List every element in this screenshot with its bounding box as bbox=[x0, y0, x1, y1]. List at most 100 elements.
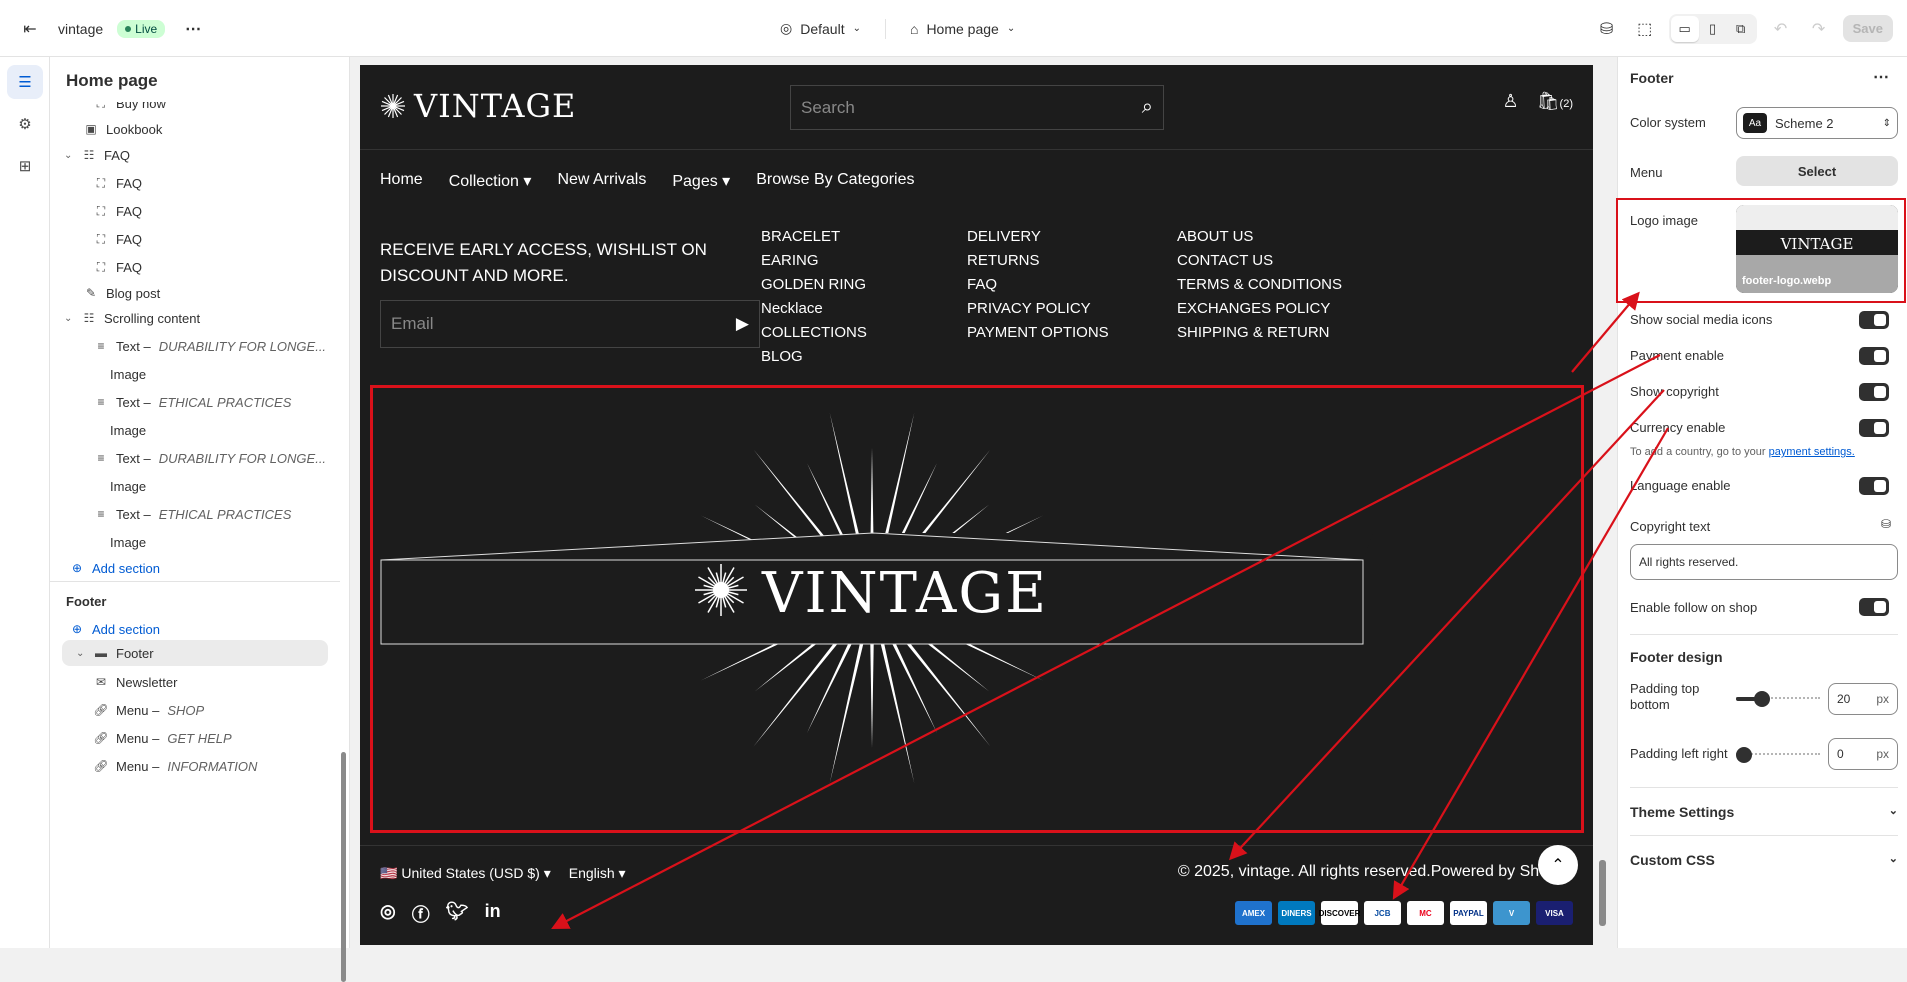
tree-item[interactable]: ⛶ FAQ bbox=[50, 254, 328, 280]
nav-link[interactable]: Home bbox=[380, 171, 423, 191]
theme-picker[interactable]: ◎ Default ⌄ bbox=[780, 20, 861, 37]
follow-on-shop-toggle[interactable] bbox=[1859, 598, 1889, 616]
footer-menu-link[interactable]: TERMS & CONDITIONS bbox=[1177, 273, 1342, 297]
padding-tb-input[interactable]: 20 px bbox=[1828, 683, 1898, 715]
fullscreen-icon[interactable]: ⧉ bbox=[1727, 16, 1755, 42]
footer-menu-link[interactable]: ABOUT US bbox=[1177, 225, 1342, 249]
tree-item[interactable]: Image bbox=[50, 529, 328, 555]
chevron-down-icon: ⌄ bbox=[852, 23, 861, 34]
caret-right-icon[interactable]: ▶ bbox=[736, 314, 749, 334]
footer-menu-link[interactable]: RETURNS bbox=[967, 249, 1109, 273]
tree-item[interactable]: ▣ Lookbook bbox=[50, 116, 328, 142]
add-section-button[interactable]: ⊕ Add section bbox=[50, 555, 160, 581]
footer-menu-link[interactable]: COLLECTIONS bbox=[761, 321, 867, 345]
cart-icon[interactable]: 🛍︎(2) bbox=[1537, 91, 1573, 112]
linkedin-icon[interactable]: in bbox=[485, 901, 501, 927]
padding-lr-input[interactable]: 0 px bbox=[1828, 738, 1898, 770]
apps-icon[interactable]: ⊞ bbox=[7, 149, 43, 183]
save-button[interactable]: Save bbox=[1842, 15, 1893, 42]
copyright-text-input[interactable]: All rights reserved. bbox=[1630, 544, 1898, 580]
tree-item[interactable]: Image bbox=[50, 473, 328, 499]
footer-menu-link[interactable]: EXCHANGES POLICY bbox=[1177, 297, 1342, 321]
logo-ray bbox=[870, 637, 874, 748]
desktop-icon[interactable]: ▭ bbox=[1670, 15, 1699, 42]
sections-icon[interactable]: ☰ bbox=[7, 65, 43, 99]
footer-menu-link[interactable]: FAQ bbox=[967, 273, 1109, 297]
newsletter-email-input[interactable]: Email ▶ bbox=[380, 300, 760, 348]
currency-enable-toggle[interactable] bbox=[1859, 419, 1889, 437]
redo-icon[interactable]: ↷ bbox=[1805, 15, 1833, 43]
facebook-icon[interactable]: ⓕ bbox=[412, 901, 430, 927]
tree-item[interactable]: ≡ Text – ETHICAL PRACTICES bbox=[50, 501, 328, 527]
tree-item[interactable]: ⌄ ☷ Scrolling content bbox=[50, 305, 328, 331]
nav-link[interactable]: Browse By Categories bbox=[756, 171, 914, 191]
currency-selector[interactable]: 🇺🇸 United States (USD $) ▾ bbox=[380, 865, 551, 882]
payment-settings-link[interactable]: payment settings. bbox=[1769, 446, 1855, 458]
preview-scrollbar[interactable] bbox=[1599, 860, 1606, 926]
tree-item[interactable]: Image bbox=[50, 361, 328, 387]
language-selector[interactable]: English ▾ bbox=[569, 865, 626, 882]
tree-item-label: Menu – bbox=[116, 702, 160, 718]
database-icon[interactable]: ⛁ bbox=[1593, 15, 1621, 43]
show-social-toggle[interactable] bbox=[1859, 311, 1889, 329]
tree-item[interactable]: ✎ Blog post bbox=[50, 280, 328, 306]
footer-menu-link[interactable]: PRIVACY POLICY bbox=[967, 297, 1109, 321]
tree-item[interactable]: ⛶ FAQ bbox=[50, 198, 328, 224]
exit-icon[interactable]: ⇤ bbox=[16, 15, 44, 43]
language-enable-toggle[interactable] bbox=[1859, 477, 1889, 495]
tree-item[interactable]: ⛶ Buy now bbox=[50, 102, 328, 116]
chevron-down-icon[interactable]: ⌄ bbox=[64, 313, 74, 324]
tree-item[interactable]: ≡ Text – ETHICAL PRACTICES bbox=[50, 389, 328, 415]
tree-item[interactable]: 🔗︎ Menu – SHOP bbox=[50, 697, 328, 723]
footer-menu-link[interactable]: SHIPPING & RETURN bbox=[1177, 321, 1342, 345]
undo-icon[interactable]: ↶ bbox=[1767, 15, 1795, 43]
more-options-icon[interactable]: ⋯ bbox=[179, 15, 207, 43]
nav-link[interactable]: Collection ▾ bbox=[449, 171, 532, 191]
nav-link[interactable]: New Arrivals bbox=[557, 171, 646, 191]
tree-item[interactable]: ⌄ ▬ Footer bbox=[62, 640, 328, 666]
store-logo[interactable]: VINTAGE bbox=[380, 87, 576, 125]
padding-tb-knob[interactable] bbox=[1754, 691, 1770, 707]
color-system-select[interactable]: Aa Scheme 2 ⇕ bbox=[1736, 107, 1898, 139]
chevron-down-icon[interactable]: ⌄ bbox=[76, 648, 86, 659]
logo-image-picker[interactable]: VINTAGE footer-logo.webp bbox=[1736, 205, 1898, 293]
tree-item[interactable]: 🔗︎ Menu – INFORMATION bbox=[50, 753, 328, 779]
tree-item[interactable]: ≡ Text – DURABILITY FOR LONGE... bbox=[50, 445, 328, 471]
footer-menu-link[interactable]: CONTACT US bbox=[1177, 249, 1342, 273]
instagram-icon[interactable]: ◎ bbox=[380, 901, 396, 927]
footer-menu-link[interactable]: BRACELET bbox=[761, 225, 867, 249]
account-icon[interactable]: ♙ bbox=[1503, 91, 1519, 112]
more-options-icon[interactable]: ⋯ bbox=[1873, 67, 1889, 87]
tree-item[interactable]: ≡ Text – DURABILITY FOR LONGE... bbox=[50, 333, 328, 359]
footer-menu-link[interactable]: DELIVERY bbox=[967, 225, 1109, 249]
nav-link[interactable]: Pages ▾ bbox=[672, 171, 730, 191]
payment-enable-toggle[interactable] bbox=[1859, 347, 1889, 365]
mobile-icon[interactable]: ▯ bbox=[1699, 16, 1727, 42]
footer-add-section-button[interactable]: ⊕ Add section bbox=[50, 616, 160, 642]
footer-menu-link[interactable]: GOLDEN RING bbox=[761, 273, 867, 297]
tree-item[interactable]: ⛶ FAQ bbox=[50, 170, 328, 196]
inspect-cursor-icon[interactable]: ⬚ bbox=[1631, 15, 1659, 43]
theme-settings-accordion[interactable]: Theme Settings ⌄ bbox=[1630, 804, 1898, 820]
chevron-down-icon[interactable]: ⌄ bbox=[64, 150, 74, 161]
twitter-icon[interactable]: 🐦︎ bbox=[446, 901, 469, 927]
custom-css-accordion[interactable]: Custom CSS ⌄ bbox=[1630, 852, 1898, 868]
footer-menu-link[interactable]: Necklace bbox=[761, 297, 867, 321]
menu-select-button[interactable]: Select bbox=[1736, 156, 1898, 186]
tree-item[interactable]: 🔗︎ Menu – GET HELP bbox=[50, 725, 328, 751]
tree-item[interactable]: ⌄ ☷ FAQ bbox=[50, 142, 328, 168]
template-picker[interactable]: ⌂ Home page ⌄ bbox=[910, 21, 1015, 37]
sun-burst-icon bbox=[381, 94, 405, 118]
footer-menu-link[interactable]: PAYMENT OPTIONS bbox=[967, 321, 1109, 345]
settings-gear-icon[interactable]: ⚙ bbox=[7, 107, 43, 141]
scroll-to-top-button[interactable]: ⌃ bbox=[1538, 845, 1578, 885]
footer-menu-link[interactable]: EARING bbox=[761, 249, 867, 273]
padding-lr-knob[interactable] bbox=[1736, 747, 1752, 763]
tree-item[interactable]: Image bbox=[50, 417, 328, 443]
store-search-input[interactable]: Search ⌕ bbox=[790, 85, 1164, 130]
tree-item[interactable]: ⛶ FAQ bbox=[50, 226, 328, 252]
tree-item[interactable]: ✉ Newsletter bbox=[50, 669, 328, 695]
show-copyright-toggle[interactable] bbox=[1859, 383, 1889, 401]
footer-menu-link[interactable]: BLOG bbox=[761, 345, 867, 369]
dynamic-source-icon[interactable]: ⛁ bbox=[1881, 517, 1891, 531]
